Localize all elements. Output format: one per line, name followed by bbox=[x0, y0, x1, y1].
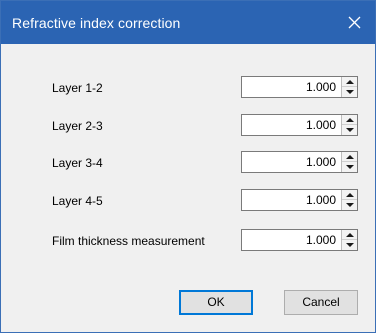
arrow-up-icon bbox=[345, 154, 354, 159]
spinbox-value-film-thickness[interactable]: 1.000 bbox=[242, 230, 340, 250]
field-row-layer-4-5: Layer 4-5 1.000 bbox=[1, 189, 375, 213]
spin-down-button[interactable] bbox=[342, 125, 357, 135]
spin-up-button[interactable] bbox=[342, 77, 357, 87]
field-row-layer-3-4: Layer 3-4 1.000 bbox=[1, 151, 375, 175]
field-label-layer-4-5: Layer 4-5 bbox=[52, 194, 103, 208]
spin-up-button[interactable] bbox=[342, 190, 357, 200]
refractive-index-dialog: Refractive index correction Layer 1-2 1.… bbox=[0, 0, 376, 333]
close-icon bbox=[348, 16, 360, 29]
close-button[interactable] bbox=[333, 1, 375, 44]
spinbox-buttons bbox=[341, 77, 357, 97]
spin-up-button[interactable] bbox=[342, 152, 357, 162]
spinbox-layer-2-3[interactable]: 1.000 bbox=[241, 114, 358, 136]
arrow-down-icon bbox=[345, 243, 354, 247]
spin-down-button[interactable] bbox=[342, 240, 357, 250]
spinbox-layer-3-4[interactable]: 1.000 bbox=[241, 151, 358, 173]
spinbox-value-layer-2-3[interactable]: 1.000 bbox=[242, 115, 340, 135]
arrow-down-icon bbox=[345, 203, 354, 207]
field-label-layer-3-4: Layer 3-4 bbox=[52, 156, 103, 170]
cancel-button[interactable]: Cancel bbox=[284, 290, 358, 315]
arrow-down-icon bbox=[345, 128, 354, 132]
field-label-layer-2-3: Layer 2-3 bbox=[52, 119, 103, 133]
arrow-up-icon bbox=[345, 117, 354, 122]
spinbox-layer-1-2[interactable]: 1.000 bbox=[241, 76, 358, 98]
field-label-layer-1-2: Layer 1-2 bbox=[52, 81, 103, 95]
window-title: Refractive index correction bbox=[12, 15, 181, 31]
spinbox-value-layer-3-4[interactable]: 1.000 bbox=[242, 152, 340, 172]
spin-up-button[interactable] bbox=[342, 115, 357, 125]
title-bar[interactable]: Refractive index correction bbox=[1, 1, 375, 44]
spinbox-buttons bbox=[341, 152, 357, 172]
arrow-up-icon bbox=[345, 192, 354, 197]
spin-down-button[interactable] bbox=[342, 87, 357, 97]
field-row-layer-2-3: Layer 2-3 1.000 bbox=[1, 114, 375, 138]
field-row-layer-1-2: Layer 1-2 1.000 bbox=[1, 76, 375, 100]
ok-button[interactable]: OK bbox=[179, 290, 253, 315]
spin-down-button[interactable] bbox=[342, 162, 357, 172]
arrow-up-icon bbox=[345, 232, 354, 237]
spin-up-button[interactable] bbox=[342, 230, 357, 240]
field-label-film-thickness: Film thickness measurement bbox=[52, 234, 205, 248]
spinbox-layer-4-5[interactable]: 1.000 bbox=[241, 189, 358, 211]
arrow-down-icon bbox=[345, 165, 354, 169]
spinbox-value-layer-4-5[interactable]: 1.000 bbox=[242, 190, 340, 210]
spinbox-buttons bbox=[341, 230, 357, 250]
spinbox-buttons bbox=[341, 190, 357, 210]
arrow-up-icon bbox=[345, 79, 354, 84]
field-row-film-thickness: Film thickness measurement 1.000 bbox=[1, 229, 375, 253]
spinbox-value-layer-1-2[interactable]: 1.000 bbox=[242, 77, 340, 97]
spinbox-buttons bbox=[341, 115, 357, 135]
spin-down-button[interactable] bbox=[342, 200, 357, 210]
spinbox-film-thickness[interactable]: 1.000 bbox=[241, 229, 358, 251]
arrow-down-icon bbox=[345, 90, 354, 94]
